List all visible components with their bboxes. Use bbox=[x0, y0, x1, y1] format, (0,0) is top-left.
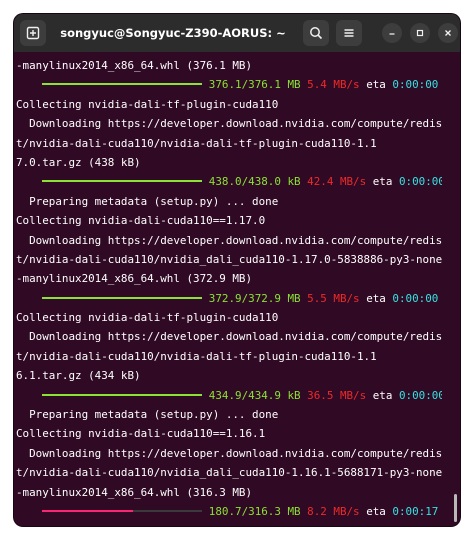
terminal-line: 7.0.tar.gz (438 kB) bbox=[16, 155, 141, 169]
terminal-output[interactable]: -manylinux2014_x86_64.whl (376.1 MB) 376… bbox=[14, 52, 460, 526]
progress-sizes: 438.0/438.0 kB bbox=[208, 175, 301, 189]
progress-line: 376.1/376.1 MB 5.4 MB/s eta 0:00:00 bbox=[16, 75, 442, 94]
terminal-line: t/nvidia-dali-cuda110/nvidia_dali_cuda11… bbox=[16, 252, 442, 266]
terminal-line: t/nvidia-dali-cuda110/nvidia_dali_cuda11… bbox=[16, 466, 442, 480]
minimize-icon bbox=[389, 33, 395, 35]
new-tab-button[interactable] bbox=[20, 20, 46, 46]
progress-line: 180.7/316.3 MB 8.2 MB/s eta 0:00:17 bbox=[16, 502, 442, 521]
terminal-line: Preparing metadata (setup.py) ... done bbox=[16, 408, 279, 422]
terminal-line: Downloading https://developer.download.n… bbox=[16, 233, 442, 247]
close-icon bbox=[445, 30, 451, 36]
progress-sizes: 372.9/372.9 MB bbox=[208, 291, 301, 305]
progress-speed: 8.2 MB/s bbox=[307, 504, 360, 518]
minimize-button[interactable] bbox=[382, 23, 402, 43]
terminal-lines: -manylinux2014_x86_64.whl (376.1 MB) 376… bbox=[16, 56, 442, 521]
terminal-line: -manylinux2014_x86_64.whl (372.9 MB) bbox=[16, 272, 253, 286]
progress-eta: 0:00:00 bbox=[398, 388, 442, 402]
progress-eta-label: eta bbox=[366, 291, 386, 305]
progress-line: 372.9/372.9 MB 5.5 MB/s eta 0:00:00 bbox=[16, 289, 442, 308]
progress-bar-done bbox=[42, 509, 134, 512]
terminal-line: Collecting nvidia-dali-cuda110==1.17.0 bbox=[16, 214, 266, 228]
window-title: songyuc@Songyuc-Z390-AORUS: ~ bbox=[60, 26, 286, 40]
progress-line: 438.0/438.0 kB 42.4 MB/s eta 0:00:00 bbox=[16, 172, 442, 191]
progress-eta-label: eta bbox=[366, 504, 386, 518]
terminal-line: Downloading https://developer.download.n… bbox=[16, 446, 442, 460]
terminal-line: Collecting nvidia-dali-tf-plugin-cuda110 bbox=[16, 97, 279, 111]
progress-sizes: 434.9/434.9 kB bbox=[208, 388, 301, 402]
progress-speed: 5.5 MB/s bbox=[307, 291, 360, 305]
progress-speed: 5.4 MB/s bbox=[307, 78, 360, 92]
new-tab-icon bbox=[26, 26, 40, 40]
progress-eta-label: eta bbox=[372, 388, 393, 402]
progress-eta-label: eta bbox=[366, 78, 386, 92]
terminal-line: Downloading https://developer.download.n… bbox=[16, 117, 442, 131]
progress-bar-done bbox=[42, 296, 203, 299]
progress-eta: 0:00:17 bbox=[392, 504, 439, 518]
progress-speed: 42.4 MB/s bbox=[307, 175, 367, 189]
terminal-line: 6.1.tar.gz (434 kB) bbox=[16, 369, 141, 383]
progress-bar-remaining bbox=[133, 509, 203, 512]
progress-line: 434.9/434.9 kB 36.5 MB/s eta 0:00:00 bbox=[16, 386, 442, 405]
terminal-line: Downloading https://developer.download.n… bbox=[16, 330, 442, 344]
progress-eta: 0:00:00 bbox=[398, 175, 442, 189]
terminal-line: Collecting nvidia-dali-cuda110==1.16.1 bbox=[16, 427, 266, 441]
scrollbar-thumb[interactable] bbox=[454, 494, 457, 522]
terminal-window: songyuc@Songyuc-Z390-AORUS: ~ -manylinux… bbox=[14, 14, 460, 526]
progress-eta-label: eta bbox=[372, 175, 393, 189]
search-icon bbox=[310, 27, 323, 40]
close-button[interactable] bbox=[438, 23, 458, 43]
terminal-line: Collecting nvidia-dali-tf-plugin-cuda110 bbox=[16, 311, 279, 325]
progress-bar-done bbox=[42, 180, 203, 183]
terminal-line: t/nvidia-dali-cuda110/nvidia-dali-tf-plu… bbox=[16, 136, 377, 150]
search-button[interactable] bbox=[303, 20, 329, 46]
terminal-line: Preparing metadata (setup.py) ... done bbox=[16, 194, 279, 208]
terminal-line: -manylinux2014_x86_64.whl (316.3 MB) bbox=[16, 485, 253, 499]
terminal-line: t/nvidia-dali-cuda110/nvidia-dali-tf-plu… bbox=[16, 349, 377, 363]
title-bar: songyuc@Songyuc-Z390-AORUS: ~ bbox=[14, 14, 460, 52]
menu-button[interactable] bbox=[336, 20, 362, 46]
maximize-icon bbox=[416, 29, 424, 37]
progress-bar-done bbox=[42, 393, 203, 396]
progress-eta: 0:00:00 bbox=[392, 291, 439, 305]
terminal-line: -manylinux2014_x86_64.whl (376.1 MB) bbox=[16, 59, 253, 72]
progress-sizes: 180.7/316.3 MB bbox=[208, 504, 301, 518]
progress-sizes: 376.1/376.1 MB bbox=[208, 78, 301, 92]
progress-bar-done bbox=[42, 83, 203, 86]
maximize-button[interactable] bbox=[410, 23, 430, 43]
scrollbar[interactable] bbox=[450, 52, 460, 526]
hamburger-menu-icon bbox=[344, 29, 354, 37]
progress-speed: 36.5 MB/s bbox=[307, 388, 367, 402]
progress-eta: 0:00:00 bbox=[392, 78, 439, 92]
